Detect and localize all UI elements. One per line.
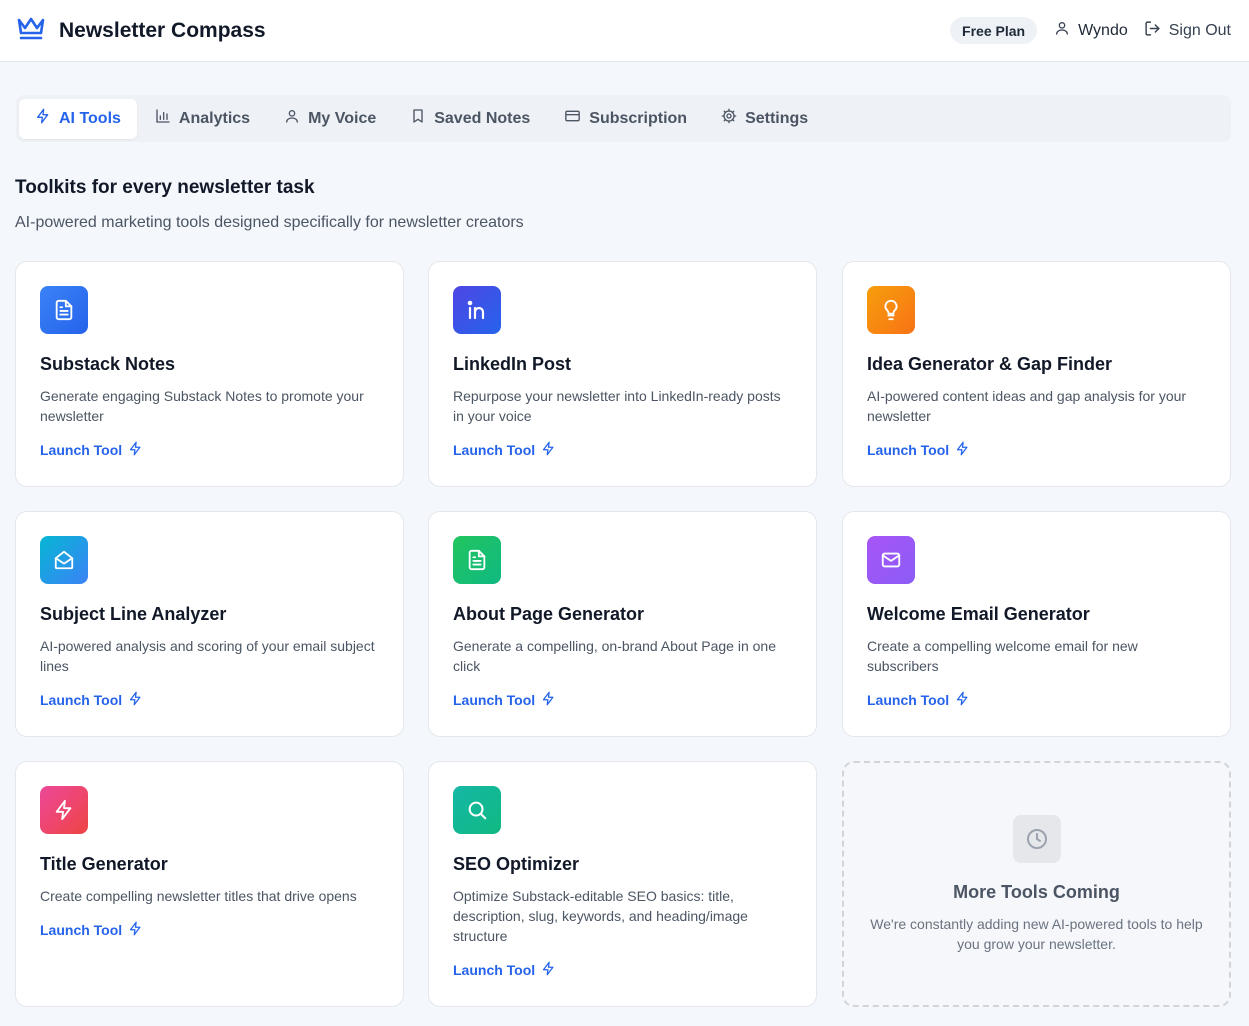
- launch-label: Launch Tool: [453, 442, 536, 458]
- launch-tool-button[interactable]: Launch Tool: [867, 691, 970, 709]
- coming-description: We're constantly adding new AI-powered t…: [870, 916, 1203, 952]
- tool-title: About Page Generator: [453, 604, 645, 624]
- sign-out-button[interactable]: Sign Out: [1144, 20, 1231, 42]
- tool-description: Create compelling newsletter titles that…: [40, 888, 357, 904]
- launch-label: Launch Tool: [867, 692, 950, 708]
- tab-label: Settings: [745, 109, 809, 127]
- tool-title: Welcome Email Generator: [867, 604, 1090, 624]
- zap-icon: [128, 691, 143, 709]
- zap-icon: [541, 441, 556, 459]
- tab-label: My Voice: [308, 109, 377, 127]
- zap-icon: [35, 108, 51, 129]
- tool-card-about-page-generator: About Page Generator Generate a compelli…: [428, 511, 817, 737]
- tab-settings[interactable]: Settings: [705, 99, 824, 139]
- app-title: Newsletter Compass: [59, 18, 266, 42]
- user-name: Wyndo: [1078, 21, 1128, 39]
- tab-analytics[interactable]: Analytics: [139, 99, 266, 139]
- tool-card-idea-generator: Idea Generator & Gap Finder AI-powered c…: [842, 261, 1231, 487]
- tab-label: Subscription: [589, 109, 688, 127]
- crown-icon: [16, 15, 46, 46]
- tool-description: AI-powered analysis and scoring of your …: [40, 638, 375, 674]
- page-title: Toolkits for every newsletter task: [15, 177, 315, 198]
- tab-my-voice[interactable]: My Voice: [268, 99, 392, 139]
- log-out-icon: [1144, 20, 1161, 42]
- tool-title: SEO Optimizer: [453, 854, 580, 874]
- zap-icon: [541, 691, 556, 709]
- gear-icon: [721, 108, 737, 129]
- launch-label: Launch Tool: [867, 442, 950, 458]
- user-icon: [284, 108, 300, 129]
- tool-card-subject-line-analyzer: Subject Line Analyzer AI-powered analysi…: [15, 511, 404, 737]
- plan-badge: Free Plan: [950, 17, 1038, 44]
- zap-icon: [955, 691, 970, 709]
- tool-title: Subject Line Analyzer: [40, 604, 227, 624]
- tool-title: Title Generator: [40, 854, 168, 874]
- more-tools-coming-card: More Tools Coming We're constantly addin…: [842, 761, 1231, 1007]
- tool-card-substack-notes: Substack Notes Generate engaging Substac…: [15, 261, 404, 487]
- launch-label: Launch Tool: [40, 442, 123, 458]
- tab-label: AI Tools: [59, 109, 121, 127]
- mail-icon: [867, 536, 915, 584]
- launch-label: Launch Tool: [453, 692, 536, 708]
- tab-label: Saved Notes: [434, 109, 531, 127]
- launch-tool-button[interactable]: Launch Tool: [40, 441, 143, 459]
- tool-title: Idea Generator & Gap Finder: [867, 354, 1113, 374]
- tool-description: Generate a compelling, on-brand About Pa…: [453, 638, 777, 674]
- zap-icon: [40, 786, 88, 834]
- tool-description: Create a compelling welcome email for ne…: [867, 638, 1138, 674]
- launch-tool-button[interactable]: Launch Tool: [40, 921, 143, 939]
- tool-title: Substack Notes: [40, 354, 176, 374]
- launch-label: Launch Tool: [40, 692, 123, 708]
- zap-icon: [128, 441, 143, 459]
- sign-out-label: Sign Out: [1168, 21, 1231, 39]
- tool-card-welcome-email-generator: Welcome Email Generator Create a compell…: [842, 511, 1231, 737]
- zap-icon: [128, 921, 143, 939]
- clock-icon: [1012, 815, 1061, 863]
- launch-label: Launch Tool: [40, 922, 123, 938]
- mail-open-icon: [40, 536, 88, 584]
- user-icon: [1054, 20, 1070, 41]
- linkedin-icon: [453, 286, 501, 334]
- user-menu[interactable]: Wyndo: [1054, 20, 1128, 41]
- document-icon: [40, 286, 88, 334]
- search-icon: [453, 786, 501, 834]
- tool-description: Optimize Substack-editable SEO basics: t…: [453, 888, 748, 944]
- tool-title: LinkedIn Post: [453, 354, 572, 374]
- brand[interactable]: Newsletter Compass: [16, 15, 266, 46]
- tool-card-linkedin-post: LinkedIn Post Repurpose your newsletter …: [428, 261, 817, 487]
- launch-tool-button[interactable]: Launch Tool: [40, 691, 143, 709]
- coming-title: More Tools Coming: [953, 882, 1120, 902]
- bookmark-icon: [410, 108, 426, 129]
- tab-label: Analytics: [178, 109, 251, 127]
- tool-description: Repurpose your newsletter into LinkedIn-…: [453, 388, 781, 424]
- credit-card-icon: [564, 108, 581, 129]
- tab-subscription[interactable]: Subscription: [548, 99, 703, 139]
- tool-card-title-generator: Title Generator Create compelling newsle…: [15, 761, 404, 1007]
- zap-icon: [541, 961, 556, 979]
- launch-tool-button[interactable]: Launch Tool: [453, 961, 556, 979]
- zap-icon: [955, 441, 970, 459]
- launch-tool-button[interactable]: Launch Tool: [867, 441, 970, 459]
- tool-description: Generate engaging Substack Notes to prom…: [40, 388, 364, 424]
- document-icon: [453, 536, 501, 584]
- top-bar: Newsletter Compass Free Plan Wyndo Sign …: [0, 0, 1249, 62]
- launch-tool-button[interactable]: Launch Tool: [453, 441, 556, 459]
- bar-chart-icon: [155, 108, 171, 129]
- launch-label: Launch Tool: [453, 962, 536, 978]
- lightbulb-icon: [867, 286, 915, 334]
- launch-tool-button[interactable]: Launch Tool: [453, 691, 556, 709]
- tool-description: AI-powered content ideas and gap analysi…: [867, 388, 1187, 424]
- tool-card-seo-optimizer: SEO Optimizer Optimize Substack-editable…: [428, 761, 817, 1007]
- tab-saved-notes[interactable]: Saved Notes: [394, 99, 546, 139]
- page-subtitle: AI-powered marketing tools designed spec…: [15, 214, 524, 231]
- tab-ai-tools[interactable]: AI Tools: [19, 98, 137, 139]
- main-tabs: AI Tools Analytics My Voice Saved Notes …: [16, 95, 1231, 142]
